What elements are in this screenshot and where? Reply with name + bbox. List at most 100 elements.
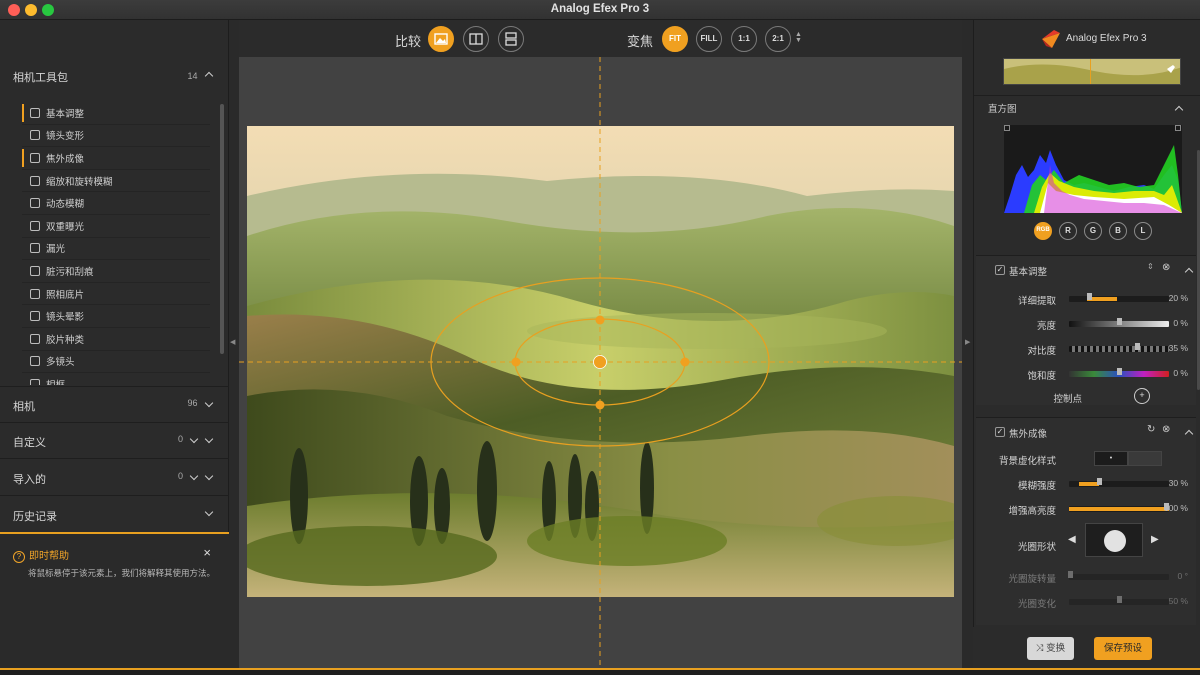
focus-bottom-handle[interactable] — [595, 400, 605, 410]
channel-l-button[interactable]: L — [1134, 222, 1152, 240]
save-preset-button[interactable]: 保存预设 — [1094, 637, 1152, 660]
section-imported-count[interactable]: 0 — [177, 471, 214, 481]
aperture-shape-preview[interactable] — [1085, 523, 1143, 557]
saturation-slider[interactable] — [1069, 368, 1169, 377]
basic-adjust-panel: ✓ 基本调整 ⇕ ⊗ 详细提取 20 % 亮度 0 % 对比度 35 % 饱和度… — [976, 255, 1196, 405]
contrast-slider[interactable] — [1069, 343, 1169, 352]
aperture-next-icon[interactable]: ▶ — [1151, 534, 1159, 545]
section-custom-count[interactable]: 0 — [177, 434, 214, 444]
section-camera[interactable]: 相机 — [13, 398, 213, 414]
section-history[interactable]: 历史记录 — [13, 508, 213, 524]
tool-item[interactable]: 胶片种类 — [22, 328, 210, 351]
basic-adjust-title: 基本调整 — [1009, 267, 1048, 278]
toolkit-count-group[interactable]: 14 — [187, 70, 214, 81]
tool-label: 缩放和旋转模糊 — [46, 176, 113, 188]
reset-icon[interactable]: ↻ — [1147, 424, 1155, 435]
divider — [0, 495, 229, 496]
chevron-up-icon[interactable] — [1184, 267, 1194, 277]
navigator-thumbnail[interactable] — [1003, 58, 1181, 85]
slider-knob[interactable] — [1097, 478, 1102, 485]
toolkit-header[interactable]: 相机工具包 — [13, 69, 213, 85]
tool-item[interactable]: 照相底片 — [22, 283, 210, 306]
contrast-value: 35 % — [1168, 343, 1188, 353]
bokeh-title: 焦外成像 — [1009, 429, 1048, 440]
tool-item[interactable]: 缩放和旋转模糊 — [22, 170, 210, 193]
detail-extract-slider[interactable] — [1069, 293, 1169, 302]
brightness-slider[interactable] — [1069, 318, 1169, 327]
aperture-rotation-value: 0 ° — [1177, 571, 1189, 581]
bokeh-style-option-2[interactable] — [1128, 451, 1162, 466]
channel-g-button[interactable]: G — [1084, 222, 1102, 240]
tool-item[interactable]: 动态模糊 — [22, 192, 210, 215]
tool-icon — [30, 107, 40, 118]
app-logo-icon — [1042, 30, 1060, 48]
blur-strength-slider[interactable] — [1069, 478, 1169, 487]
section-count: 0 — [177, 434, 183, 444]
aperture-prev-icon[interactable]: ◀ — [1068, 534, 1076, 545]
aperture-variation-slider[interactable] — [1069, 596, 1169, 605]
tool-item[interactable]: 相框 — [22, 373, 210, 385]
aperture-rotation-slider[interactable] — [1068, 571, 1169, 580]
shuffle-button[interactable]: ⤨ 变换 — [1027, 637, 1074, 660]
tool-icon — [30, 152, 40, 163]
reorder-icon[interactable]: ⇕ — [1147, 262, 1154, 271]
slider-knob[interactable] — [1087, 293, 1092, 300]
chevron-up-icon — [204, 71, 214, 81]
help-title: 即时帮助 — [29, 551, 69, 562]
collapse-left-panel-icon[interactable]: ◀ — [230, 338, 235, 346]
tool-item[interactable]: 镜头晕影 — [22, 305, 210, 328]
slider-knob[interactable] — [1117, 318, 1122, 325]
close-icon[interactable]: ⊗ — [1162, 424, 1170, 435]
add-control-point-icon[interactable]: + — [1134, 388, 1150, 404]
bokeh-checkbox[interactable]: ✓ — [995, 427, 1005, 437]
tool-item[interactable]: 双重曝光 — [22, 215, 210, 238]
highlight-boost-slider[interactable] — [1069, 503, 1169, 512]
tool-item[interactable]: 基本调整 — [22, 102, 210, 125]
tool-list-scrollbar[interactable] — [220, 104, 224, 354]
tool-list: 基本调整镜头变形焦外成像缩放和旋转模糊动态模糊 双重曝光 漏光 脏污和刮痕 照相底片镜头… — [22, 102, 210, 385]
slider-fill — [1069, 507, 1169, 511]
chevron-down-icon — [204, 434, 214, 444]
channel-rgb-button[interactable]: RGB — [1034, 222, 1052, 240]
help-icon: ? — [13, 551, 25, 563]
focus-center-handle[interactable] — [593, 355, 607, 369]
focus-left-handle[interactable] — [511, 357, 521, 367]
section-history-toggle[interactable] — [200, 507, 214, 517]
chevron-up-icon[interactable] — [1174, 105, 1184, 115]
bokeh-style-option-1[interactable]: • — [1094, 451, 1128, 466]
close-icon[interactable]: × — [203, 545, 211, 560]
tool-item[interactable]: 多镜头 — [22, 351, 210, 374]
tool-label: 胶片种类 — [46, 334, 85, 346]
shuffle-icon: ⤨ — [1035, 643, 1047, 654]
section-camera-count[interactable]: 96 — [187, 398, 214, 408]
section-count: 0 — [177, 471, 183, 481]
focus-right-handle[interactable] — [680, 357, 690, 367]
slider-knob[interactable] — [1117, 368, 1122, 375]
channel-r-button[interactable]: R — [1059, 222, 1077, 240]
control-points-label: 控制点 — [1053, 394, 1082, 405]
basic-adjust-checkbox[interactable]: ✓ — [995, 265, 1005, 275]
chevron-up-icon[interactable] — [1184, 429, 1194, 439]
tool-label: 镜头晕影 — [46, 312, 85, 324]
slider-knob[interactable] — [1135, 343, 1140, 350]
chevron-down-icon — [204, 398, 214, 408]
bottom-status-strip — [0, 668, 1200, 675]
focus-top-handle[interactable] — [595, 315, 605, 325]
tool-label: 相框 — [46, 377, 65, 385]
tool-item[interactable]: 漏光 — [22, 238, 210, 261]
reset-close-icon[interactable]: ⊗ — [1162, 262, 1170, 273]
highlight-boost-value: 100 % — [1163, 503, 1188, 513]
focus-control-overlay — [239, 57, 962, 668]
divider — [0, 422, 229, 423]
channel-b-button[interactable]: B — [1109, 222, 1127, 240]
tool-item[interactable]: 焦外成像 — [22, 147, 210, 170]
tool-item[interactable]: 镜头变形 — [22, 125, 210, 148]
brightness-label: 亮度 — [1036, 321, 1056, 332]
logo-text: Analog Efex Pro 3 — [1066, 33, 1147, 44]
tool-label: 镜头变形 — [46, 131, 85, 143]
tool-item[interactable]: 脏污和刮痕 — [22, 260, 210, 283]
collapse-right-panel-icon[interactable]: ▶ — [965, 338, 970, 346]
slider-knob[interactable] — [1068, 571, 1073, 578]
slider-knob[interactable] — [1117, 596, 1122, 603]
thumbnail-image — [1004, 59, 1180, 84]
